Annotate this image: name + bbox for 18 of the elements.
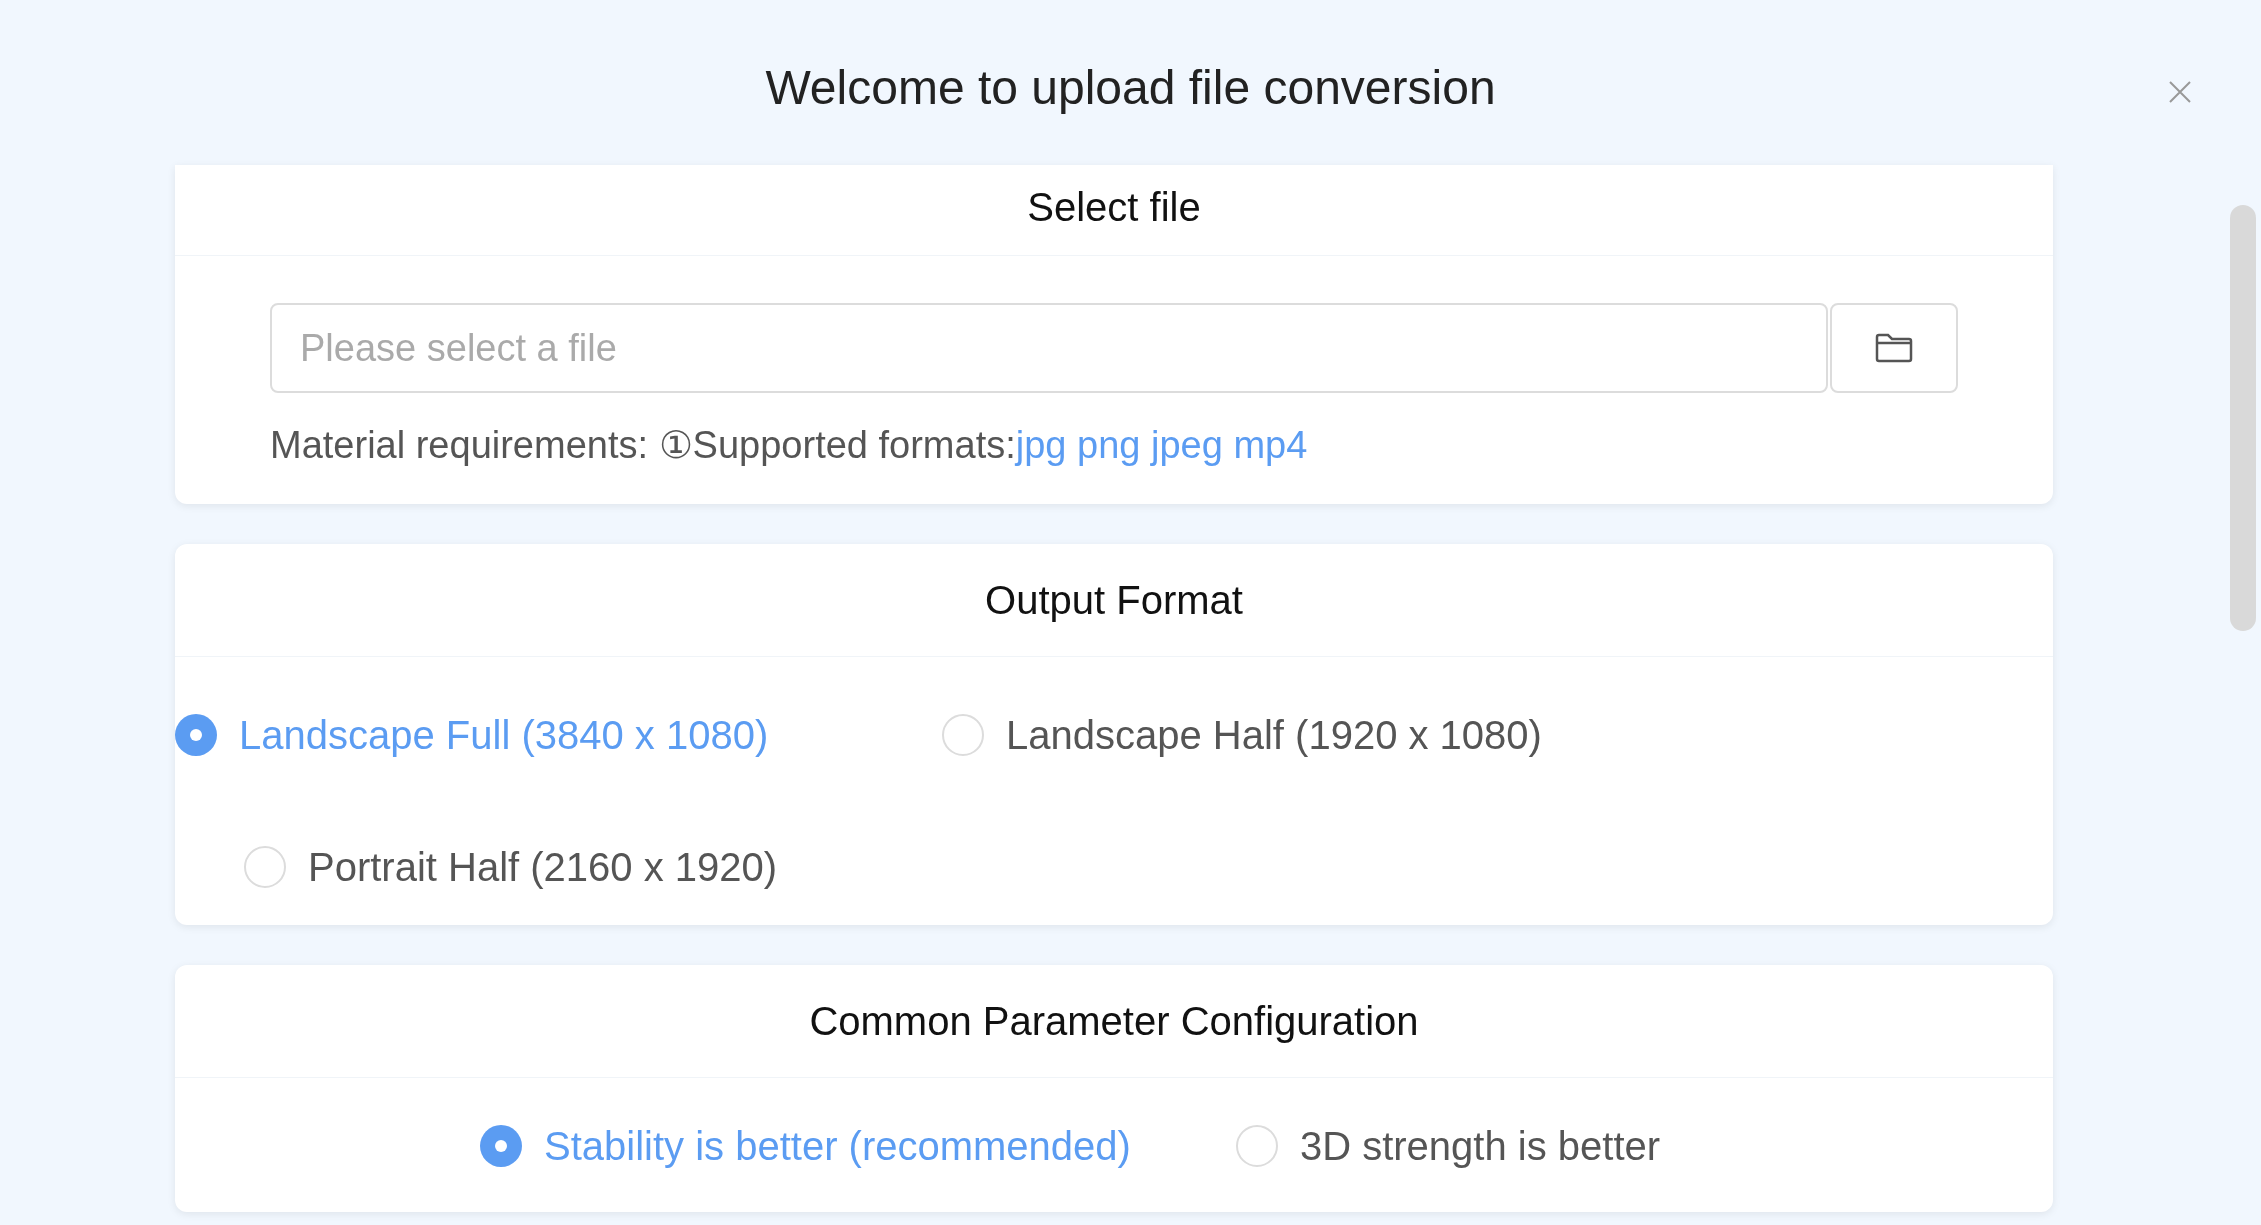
section-title: Common Parameter Configuration: [175, 965, 2053, 1078]
radio-button[interactable]: [244, 846, 286, 888]
folder-icon: [1875, 333, 1913, 363]
radio-button[interactable]: [942, 714, 984, 756]
scrollbar-thumb[interactable]: [2230, 205, 2256, 631]
option-label[interactable]: Portrait Half (2160 x 1920): [308, 837, 778, 897]
option-label[interactable]: 3D strength is better: [1299, 1116, 1661, 1176]
requirements-text: Material requirements: ①Supported formats:jpg png jpeg mp4: [270, 423, 1309, 468]
section-title: Output Format: [175, 544, 2053, 657]
radio-button[interactable]: [480, 1125, 522, 1167]
radio-button[interactable]: [175, 714, 217, 756]
radio-button[interactable]: [1235, 1125, 1278, 1167]
close-icon: [2169, 81, 2191, 103]
section-title: Select file: [175, 165, 2053, 256]
browse-button[interactable]: [1830, 303, 1958, 393]
file-input-field[interactable]: Please select a file: [270, 303, 1828, 393]
option-label[interactable]: Landscape Half (1920 x 1080): [1006, 705, 1542, 765]
dialog-title: Welcome to upload file conversion: [765, 59, 1496, 116]
